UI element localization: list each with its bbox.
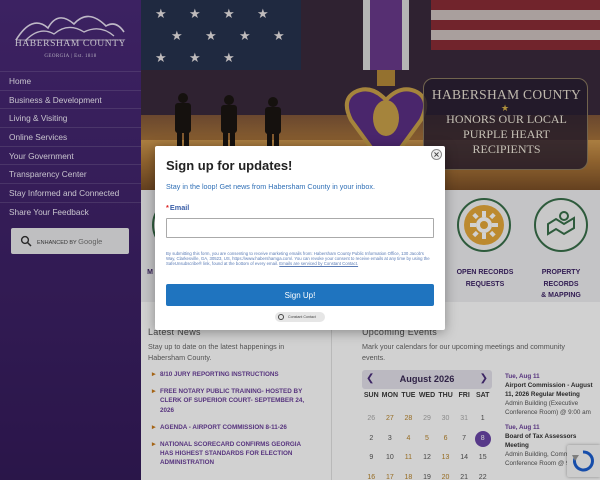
email-label-text: Email: [169, 203, 190, 212]
constant-contact-badge[interactable]: Constant Contact: [275, 312, 325, 322]
constant-contact-link[interactable]: Emails are serviced by Constant Contact.: [279, 261, 358, 266]
required-asterisk: *: [166, 203, 169, 212]
signup-modal: Sign up for updates! Stay in the loop! G…: [155, 146, 445, 330]
email-field[interactable]: [166, 218, 434, 238]
consent-text: By submitting this form, you are consent…: [166, 251, 434, 267]
constant-contact-icon: [278, 314, 284, 320]
modal-subtitle: Stay in the loop! Get news from Habersha…: [166, 182, 375, 191]
close-icon[interactable]: [431, 149, 442, 160]
signup-button[interactable]: Sign Up!: [166, 284, 434, 306]
email-label: *Email: [166, 203, 189, 212]
modal-title: Sign up for updates!: [166, 158, 293, 173]
badge-label: Constant Contact: [288, 315, 316, 319]
